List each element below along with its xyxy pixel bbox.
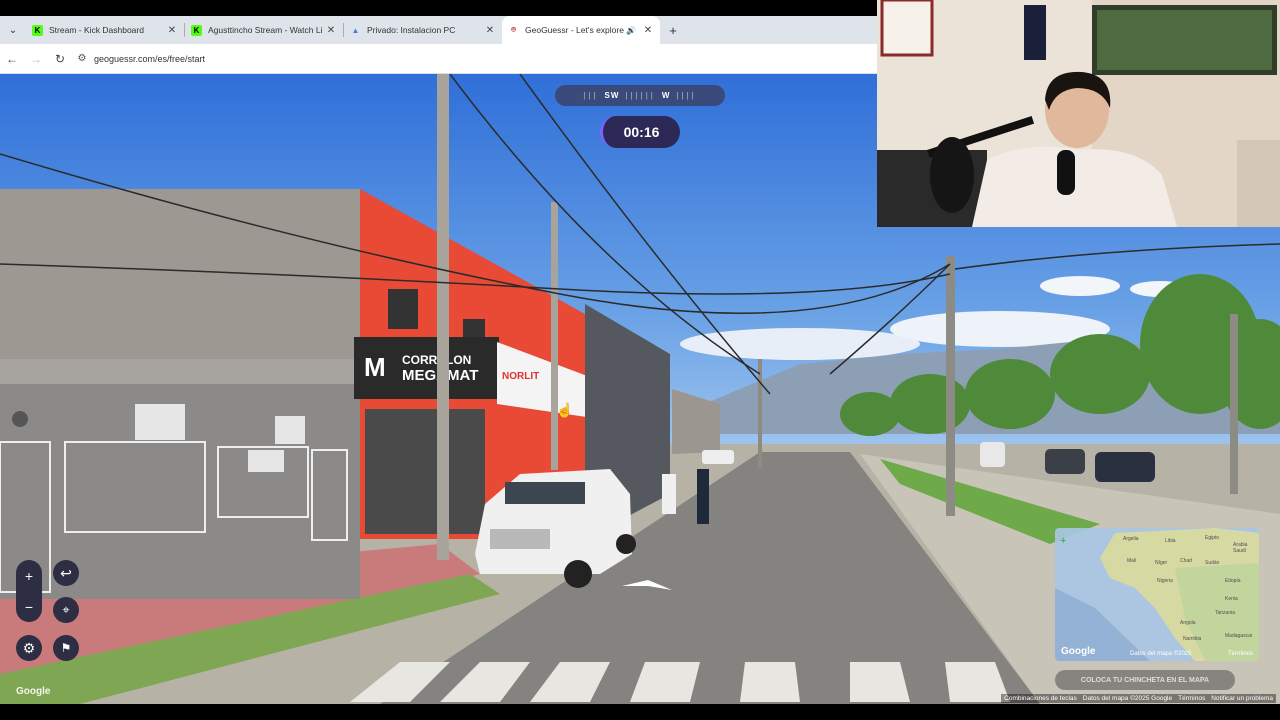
sign-m: M bbox=[364, 352, 386, 382]
map-label: Namibia bbox=[1183, 636, 1202, 642]
back-arrow-icon[interactable]: ← bbox=[0, 52, 24, 66]
compass-sw: SW bbox=[604, 91, 620, 100]
browser-tab-strip: ⌄ K Stream - Kick Dashboard ✕ K Agusttin… bbox=[0, 16, 878, 44]
close-icon[interactable]: ✕ bbox=[166, 25, 178, 36]
compass-bar: ||| SW |||||| W |||| bbox=[555, 85, 725, 106]
map-label: Sudán bbox=[1205, 560, 1220, 566]
africa-map bbox=[1055, 528, 1259, 661]
map-label: Mali bbox=[1127, 558, 1137, 564]
map-zoom-in-button[interactable]: + bbox=[1060, 535, 1066, 547]
guess-minimap[interactable]: Argelia Libia Egipto Arabia Saudí Mali N… bbox=[1055, 528, 1259, 661]
map-label: Argelia bbox=[1123, 536, 1139, 542]
place-pin-button[interactable]: COLOCA TU CHINCHETA EN EL MAPA bbox=[1055, 670, 1235, 690]
tab-label: GeoGuessr - Let's explore t bbox=[525, 25, 627, 35]
url-field[interactable]: geoguessr.com/es/free/start bbox=[94, 54, 205, 64]
map-label: Nigeria bbox=[1157, 578, 1173, 584]
undo-move-button[interactable]: ↩ bbox=[53, 560, 79, 586]
map-label: Libia bbox=[1165, 538, 1176, 544]
tab-instalacion-pc[interactable]: ▲ Privado: Instalacion PC ✕ bbox=[344, 16, 502, 44]
site-settings-icon[interactable]: ⚙ bbox=[72, 53, 92, 64]
map-label: Níger bbox=[1155, 560, 1168, 566]
compass-ticks: ||| bbox=[583, 91, 599, 100]
tab-kick-dashboard[interactable]: K Stream - Kick Dashboard ✕ bbox=[26, 16, 184, 44]
close-icon[interactable]: ✕ bbox=[642, 25, 654, 36]
map-label: Tanzania bbox=[1215, 610, 1236, 616]
sign-corralon: CORRALON bbox=[402, 353, 471, 367]
tab-search-button[interactable]: ⌄ bbox=[0, 16, 26, 44]
map-label: Angola bbox=[1180, 620, 1196, 626]
close-icon[interactable]: ✕ bbox=[325, 25, 337, 36]
map-data-link[interactable]: Datos del mapa ©2025 Google bbox=[1083, 695, 1172, 702]
map-label: Egipto bbox=[1205, 535, 1220, 541]
terms-link[interactable]: Términos bbox=[1178, 695, 1205, 702]
webcam-scene bbox=[877, 0, 1280, 227]
map-label: Chad bbox=[1180, 558, 1192, 564]
new-tab-button[interactable]: + bbox=[660, 23, 686, 38]
round-timer: 00:16 bbox=[600, 116, 680, 148]
compass-w: W bbox=[661, 91, 671, 100]
compass-ticks: |||| bbox=[676, 91, 697, 100]
report-problem-link[interactable]: Notificar un problema bbox=[1211, 695, 1273, 702]
map-google-logo: Google bbox=[1061, 646, 1096, 657]
mouse-cursor-icon: ☝ bbox=[556, 402, 574, 418]
settings-button[interactable]: ⚙ bbox=[16, 635, 42, 661]
address-bar: ← → ↻ ⚙ geoguessr.com/es/free/start bbox=[0, 44, 878, 74]
google-logo: Google bbox=[16, 686, 51, 697]
drive-icon: ▲ bbox=[351, 25, 360, 35]
map-label: Madagascar bbox=[1225, 633, 1253, 639]
speaker-icon[interactable]: 🔊 bbox=[626, 26, 636, 35]
sign-norlit: NORLIT bbox=[502, 371, 539, 382]
tab-label: Privado: Instalacion PC bbox=[367, 25, 456, 35]
map-terms-link[interactable]: Términos bbox=[1228, 651, 1253, 657]
tab-label: Stream - Kick Dashboard bbox=[49, 25, 144, 35]
checkpoint-flag-button[interactable]: ⚑ bbox=[53, 635, 79, 661]
keyboard-shortcuts-link[interactable]: Combinaciones de teclas bbox=[1004, 695, 1077, 702]
location-pin-button[interactable]: ⌖ bbox=[53, 597, 79, 623]
zoom-in-button[interactable]: + bbox=[16, 560, 42, 591]
tab-geoguessr[interactable]: ⌾ GeoGuessr - Let's explore t 🔊 ✕ bbox=[502, 16, 660, 44]
close-icon[interactable]: ✕ bbox=[484, 25, 496, 36]
map-attribution[interactable]: Datos del mapa ©2025 bbox=[1130, 651, 1191, 657]
reload-icon[interactable]: ↻ bbox=[48, 52, 72, 66]
tab-agusttincho-stream[interactable]: K Agusttincho Stream - Watch Li ✕ bbox=[185, 16, 343, 44]
map-label: Etiopía bbox=[1225, 578, 1241, 584]
forward-arrow-icon[interactable]: → bbox=[24, 52, 48, 66]
kick-icon: K bbox=[32, 24, 43, 36]
map-label: Arabia Saudí bbox=[1233, 542, 1248, 554]
map-label: Kenia bbox=[1225, 596, 1238, 602]
zoom-out-button[interactable]: − bbox=[16, 591, 42, 622]
geoguessr-pin-icon: ⌾ bbox=[511, 25, 516, 34]
bottom-black-bar bbox=[0, 704, 1280, 720]
footer-links: Combinaciones de teclas Datos del mapa ©… bbox=[1001, 694, 1276, 703]
tab-label: Agusttincho Stream - Watch Li bbox=[208, 25, 323, 35]
streamer-webcam bbox=[877, 0, 1280, 227]
kick-icon: K bbox=[191, 24, 202, 36]
zoom-controls: + − bbox=[16, 560, 42, 622]
compass-ticks: |||||| bbox=[625, 91, 656, 100]
